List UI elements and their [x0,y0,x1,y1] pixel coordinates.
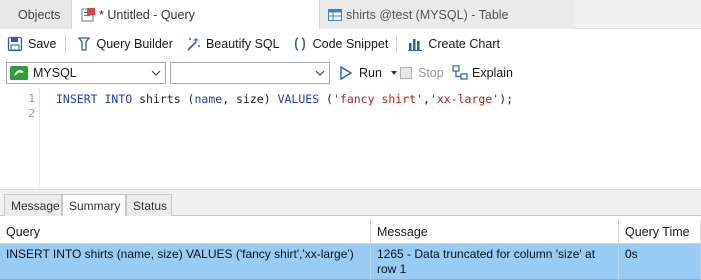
tab-strip: Objects * Untitled - Query shirts @test … [0,0,701,29]
code-snippet-icon [292,36,308,52]
connection-bar: MYSQL Run Stop Explain [0,59,701,88]
toolbar-divider [64,35,66,53]
table-icon [328,8,342,22]
create-chart-button[interactable]: Create Chart [400,32,505,56]
tab-message-label: Message [11,198,60,213]
line-number: 2 [28,107,35,120]
tab-table[interactable]: shirts @test (MYSQL) - Table [320,0,574,29]
query-icon [81,7,95,22]
cell-query-time[interactable]: 0s [619,244,701,280]
tab-summary-label: Summary [69,199,121,213]
tab-status[interactable]: Status [126,194,172,216]
line-number: 1 [28,92,35,105]
save-icon [7,36,23,52]
sql-keyword: INSERT INTO [56,92,133,106]
column-header-query-time[interactable]: Query Time [619,220,701,244]
sql-keyword: VALUES [277,92,320,106]
save-button[interactable]: Save [0,32,62,56]
run-button[interactable]: Run [338,62,400,84]
beautify-sql-button[interactable]: Beautify SQL [178,32,285,56]
column-header-query[interactable]: Query [0,220,371,244]
sql-text: , size) [222,92,278,106]
code-snippet-button[interactable]: Code Snippet [285,32,394,56]
run-label: Run [359,66,382,80]
sql-string: 'fancy shirt' [332,92,423,106]
code-snippet-label: Code Snippet [312,37,389,51]
connection-select[interactable]: MYSQL [6,62,166,84]
beautify-sql-label: Beautify SQL [205,37,280,51]
sql-text: , [423,92,430,106]
magic-wand-icon [185,36,201,52]
line-number-gutter: 1 2 [0,88,40,189]
explain-label: Explain [472,66,513,80]
explain-button[interactable]: Explain [452,62,513,84]
toolbar-divider [396,35,398,53]
sql-string: 'xx-large' [429,92,500,106]
tab-objects[interactable]: Objects [0,0,72,29]
connection-select-value: MYSQL [33,66,77,80]
chevron-down-icon [150,67,162,79]
stop-button[interactable]: Stop [400,62,444,84]
create-chart-label: Create Chart [428,37,500,51]
sql-text: ); [499,92,514,106]
tab-table-label: shirts @test (MYSQL) - Table [346,7,509,22]
cell-query[interactable]: INSERT INTO shirts (name, size) VALUES (… [0,244,371,280]
save-label: Save [28,37,57,51]
tab-objects-label: Objects [18,7,61,22]
play-icon [338,65,354,81]
tab-summary[interactable]: Summary [62,194,126,217]
database-select[interactable] [170,62,330,84]
mysql-connection-icon [10,66,28,80]
query-builder-icon [76,36,92,52]
tab-query-label: * Untitled - Query [99,7,195,22]
explain-icon [452,65,468,81]
query-builder-label: Query Builder [96,37,173,51]
grid-header: Query Message Query Time [0,220,701,244]
stop-icon [400,67,412,79]
tab-status-label: Status [133,198,168,213]
stop-label: Stop [418,66,444,80]
sql-editor[interactable]: 1 2 INSERT INTO shirts (name, size) VALU… [0,88,701,189]
column-header-message[interactable]: Message [371,220,619,244]
table-row[interactable]: INSERT INTO shirts (name, size) VALUES (… [0,244,701,280]
chevron-down-icon [314,67,326,79]
run-dropdown-icon[interactable] [388,67,400,79]
tab-message[interactable]: Message [4,194,62,216]
sql-line-1[interactable]: INSERT INTO shirts (name, size) VALUES (… [56,92,513,106]
result-tab-strip: Message Summary Status [0,194,701,217]
query-toolbar: Save Query Builder Beautify SQL Code Sni… [0,29,701,59]
summary-grid: Query Message Query Time INSERT INTO shi… [0,216,701,280]
chart-icon [407,36,423,52]
sql-keyword: name [194,92,223,106]
tab-query[interactable]: * Untitled - Query [72,0,320,29]
query-builder-button[interactable]: Query Builder [69,32,178,56]
sql-text: shirts ( [132,92,195,106]
sql-text: ( [319,92,333,106]
cell-message[interactable]: 1265 - Data truncated for column 'size' … [371,244,619,280]
